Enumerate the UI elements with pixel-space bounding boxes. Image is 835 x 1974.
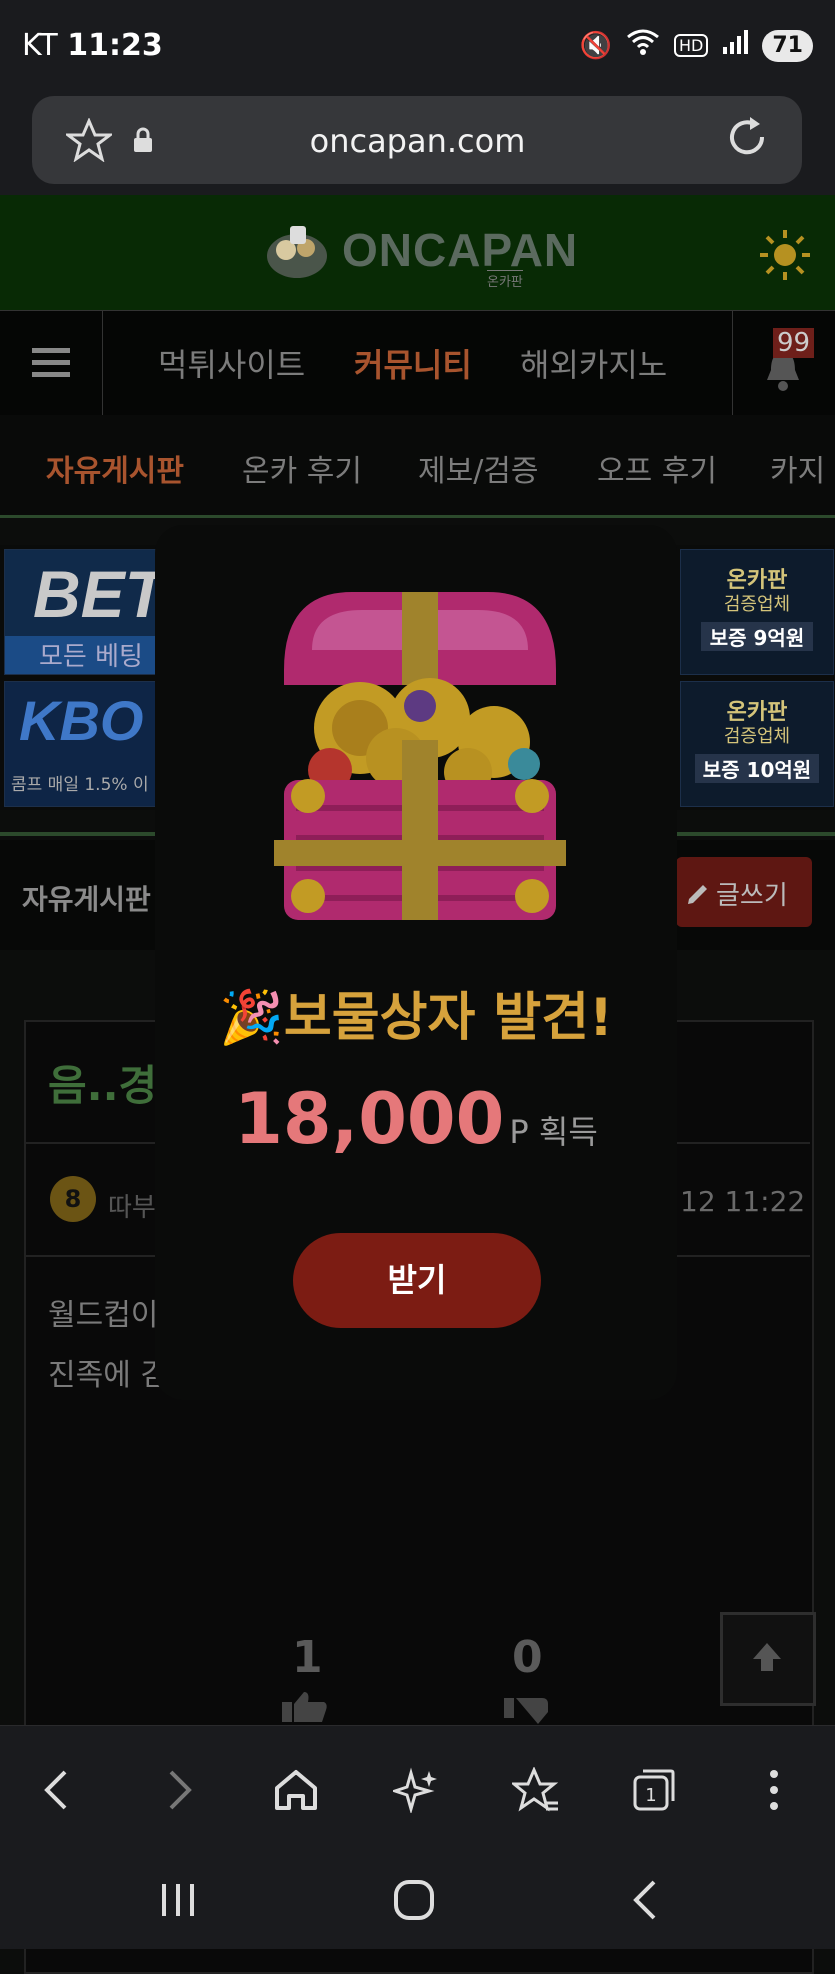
- logo-text: ONCAPAN: [342, 224, 579, 276]
- banner-verify-9-line2: 검증업체: [723, 594, 791, 615]
- wifi-icon: [626, 28, 660, 63]
- arrow-up-icon: [753, 1643, 781, 1671]
- logo-subtext: 온카판: [487, 270, 523, 290]
- post-date: 12 11:22: [680, 1185, 806, 1218]
- banner-verify-9[interactable]: 온카판 검증업체 보증 9억원: [680, 549, 834, 675]
- back-icon[interactable]: [24, 1758, 88, 1822]
- banner-bet-sub: 모든 베팅: [5, 636, 155, 674]
- post-author[interactable]: 따부: [108, 1187, 156, 1224]
- treasure-chest-icon: [272, 590, 568, 926]
- notification-button[interactable]: 99: [732, 310, 835, 415]
- nav-item-mukti[interactable]: 먹튀사이트: [158, 340, 305, 386]
- post-body-line-1: 월드컵이: [48, 1298, 159, 1333]
- more-menu-icon[interactable]: [742, 1758, 806, 1822]
- write-button-label: 글쓰기: [716, 881, 788, 911]
- site-logo[interactable]: ONCAPAN 온카판: [262, 218, 579, 290]
- carrier: KT: [22, 28, 58, 63]
- thumbs-down-icon[interactable]: [502, 1698, 552, 1728]
- tab-onca-review[interactable]: 온카 후기: [242, 446, 362, 490]
- dislike-count: 0: [512, 1632, 543, 1683]
- bookmarks-icon[interactable]: [504, 1758, 568, 1822]
- write-button[interactable]: 글쓰기: [676, 857, 812, 927]
- sparkle-icon[interactable]: [384, 1758, 448, 1822]
- board-title: 자유게시판: [22, 883, 151, 916]
- tab-report-verify[interactable]: 제보/검증: [418, 446, 539, 490]
- points-unit: P 획득: [509, 1113, 598, 1151]
- level-badge-icon: 8: [50, 1176, 96, 1222]
- reload-icon[interactable]: [724, 114, 770, 164]
- logo-mascot-icon: [267, 226, 327, 278]
- carrier-time: KT 11:23: [22, 28, 163, 63]
- pencil-icon: [688, 885, 707, 904]
- banner-verify-9-line3: 보증 9억원: [701, 622, 813, 651]
- tabs-icon[interactable]: 1: [622, 1758, 686, 1822]
- home-icon[interactable]: [264, 1758, 328, 1822]
- sun-icon[interactable]: [758, 228, 812, 286]
- post-title[interactable]: 음..경: [48, 1052, 157, 1113]
- tab-casino[interactable]: 카지: [770, 446, 835, 490]
- like-count: 1: [292, 1632, 323, 1683]
- menu-icon[interactable]: [0, 310, 103, 415]
- url-text[interactable]: oncapan.com: [0, 122, 835, 160]
- system-home-icon[interactable]: [392, 1878, 436, 1926]
- nav-item-casino[interactable]: 해외카지노: [520, 340, 667, 386]
- banner-bet-title: BET: [33, 557, 165, 631]
- banner-verify-10-line3: 보증 10억원: [695, 754, 819, 783]
- tab-off-review[interactable]: 오프 후기: [597, 446, 717, 490]
- svg-text:1: 1: [645, 1785, 656, 1806]
- banner-verify-10[interactable]: 온카판 검증업체 보증 10억원: [680, 681, 834, 807]
- recent-apps-icon[interactable]: [158, 1880, 198, 1924]
- banner-bet[interactable]: BET 모든 베팅: [4, 549, 165, 675]
- thumbs-up-icon[interactable]: [280, 1692, 330, 1726]
- points-amount: 18,000: [234, 1078, 505, 1160]
- banner-kbo[interactable]: KBO 콤프 매일 1.5% 이: [4, 681, 156, 807]
- status-icons: 🔇 HD 71: [580, 28, 813, 63]
- battery-icon: 71: [762, 29, 813, 62]
- modal-points: 18,000 P 획득: [155, 1078, 677, 1160]
- modal-title: 🎉보물상자 발견!: [219, 988, 613, 1048]
- system-back-icon[interactable]: [630, 1878, 660, 1926]
- signal-icon: [722, 29, 749, 62]
- scroll-top-button[interactable]: [720, 1612, 816, 1706]
- banner-kbo-title: KBO: [19, 689, 144, 752]
- forward-icon[interactable]: [148, 1758, 212, 1822]
- post-body-line-2: 진족에 김: [48, 1358, 168, 1393]
- notification-badge: 99: [773, 328, 815, 358]
- banner-verify-10-line2: 검증업체: [723, 726, 791, 747]
- tab-free-board[interactable]: 자유게시판: [46, 446, 184, 490]
- claim-button[interactable]: 받기: [293, 1233, 541, 1328]
- banner-kbo-sub: 콤프 매일 1.5% 이: [11, 775, 149, 795]
- nav-item-community[interactable]: 커뮤니티: [354, 340, 472, 386]
- hd-icon: HD: [674, 34, 709, 57]
- mute-icon: 🔇: [579, 30, 613, 61]
- clock: 11:23: [67, 28, 163, 63]
